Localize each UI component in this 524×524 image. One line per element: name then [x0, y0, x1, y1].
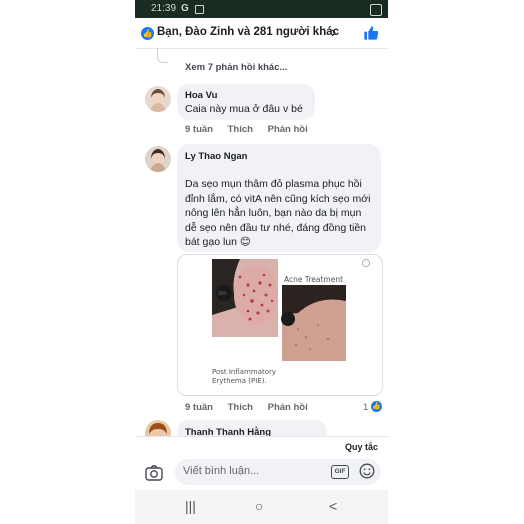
- comment-actions: 9 tuần Thích Phản hồi: [185, 124, 320, 135]
- like-count[interactable]: 1: [363, 402, 368, 413]
- comment-author[interactable]: Hoa Vu: [185, 90, 217, 101]
- system-nav-bar: ||| ○ <: [135, 490, 388, 524]
- reply-action[interactable]: Phản hồi: [268, 124, 308, 135]
- reactions-summary[interactable]: Bạn, Đào Zinh và 281 người khác: [157, 26, 339, 38]
- status-time: 21:39: [151, 3, 177, 14]
- avatar[interactable]: [145, 146, 171, 172]
- like-action[interactable]: Thích: [228, 402, 253, 413]
- comment-actions: 9 tuần Thích Phản hồi: [185, 402, 320, 413]
- comment-input[interactable]: Viết bình luận... GIF: [175, 459, 381, 485]
- like-action[interactable]: Thích: [228, 124, 253, 135]
- status-bar: 21:39 G: [135, 0, 388, 18]
- notification-icon: [195, 5, 204, 14]
- google-icon: G: [181, 3, 189, 14]
- more-replies-link[interactable]: Xem 7 phản hồi khác...: [185, 62, 287, 73]
- comment-text: Da sẹo mụn thâm đỏ plasma phục hồi đỉnh …: [185, 178, 371, 248]
- comment-author[interactable]: Ly Thao Ngan: [185, 151, 247, 162]
- reply-action[interactable]: Phản hồi: [268, 402, 308, 413]
- photo-caption-right: Acne Treatment: [284, 275, 344, 284]
- home-button[interactable]: ○: [255, 498, 263, 514]
- recent-apps-button[interactable]: |||: [185, 498, 196, 514]
- comment-composer: Quy tắc Viết bình luận... GIF: [135, 436, 388, 491]
- comment-photo[interactable]: Post Inflammatory Erythema (PIE). Acne T…: [177, 254, 383, 396]
- comment-author[interactable]: Thanh Thanh Hằng: [185, 427, 271, 436]
- chevron-right-icon[interactable]: ›: [331, 24, 336, 42]
- reactions-header[interactable]: 👍 Bạn, Đào Zinh và 281 người khác ›: [135, 18, 388, 49]
- rules-link[interactable]: Quy tắc: [345, 442, 378, 452]
- comment-text: Caia này mua ở đâu v bé: [185, 103, 303, 115]
- like-icon[interactable]: [363, 25, 379, 41]
- photo-caption-left: Post Inflammatory Erythema (PIE).: [212, 368, 277, 385]
- comments-feed[interactable]: Xem 7 phản hồi khác... Hoa Vu Caia này m…: [135, 48, 388, 436]
- comment-time: 9 tuần: [185, 402, 213, 413]
- camera-icon[interactable]: [145, 465, 163, 481]
- avatar[interactable]: [145, 420, 171, 436]
- like-reaction-icon[interactable]: 👍: [371, 401, 382, 412]
- thread-line: [157, 48, 168, 63]
- phone-screen: 21:39 G 👍 Bạn, Đào Zinh và 281 người khá…: [135, 0, 388, 524]
- app-icon: [370, 4, 382, 16]
- comment-time: 9 tuần: [185, 124, 213, 135]
- back-button[interactable]: <: [329, 498, 337, 514]
- like-reaction-icon: 👍: [141, 27, 154, 40]
- gif-icon[interactable]: GIF: [331, 465, 349, 479]
- emoji-icon[interactable]: [359, 463, 375, 479]
- avatar[interactable]: [145, 86, 171, 112]
- comment-placeholder: Viết bình luận...: [183, 465, 260, 477]
